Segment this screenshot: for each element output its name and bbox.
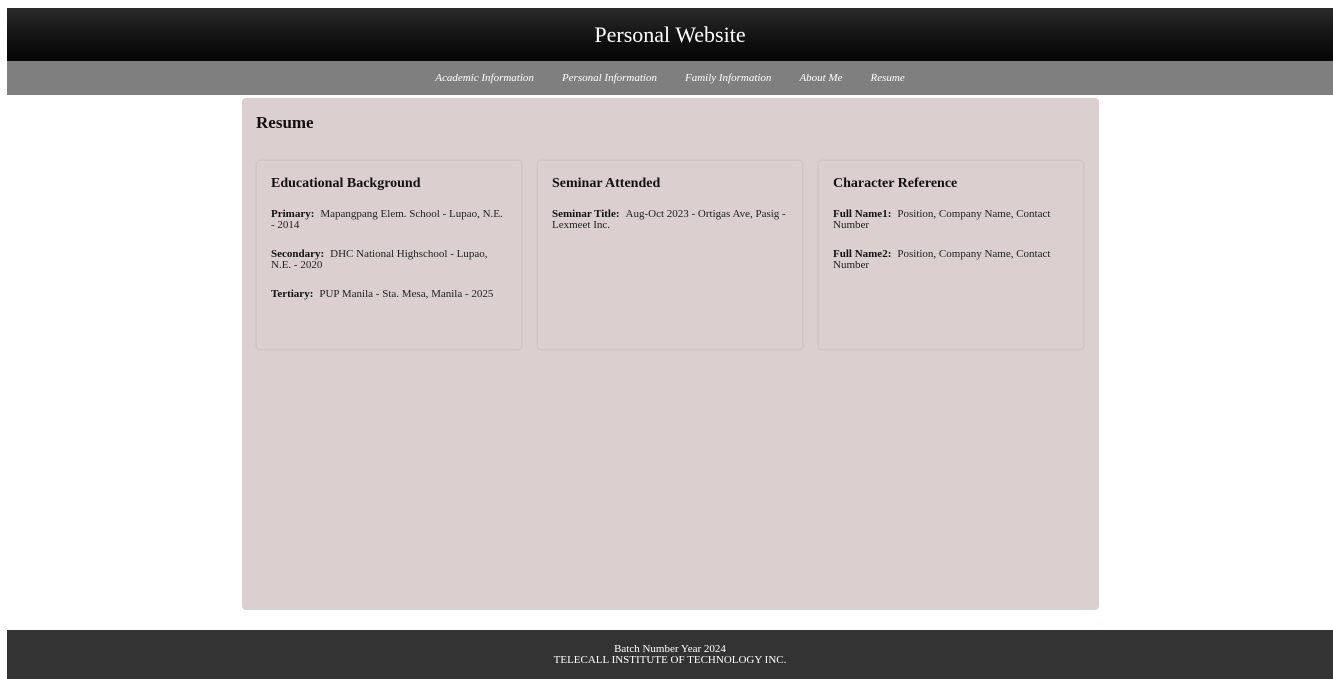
card-title: Seminar Attended	[552, 176, 661, 191]
education-primary: Primary: Mapangpang Elem. School - Lupao,…	[271, 209, 507, 231]
reference-entry: Full Name2: Position, Company Name, Conta…	[833, 249, 1069, 271]
nav-academic-information[interactable]: Academic Information	[421, 72, 548, 84]
site-footer: Batch Number Year 2024 TELECALL INSTITUT…	[7, 630, 1333, 679]
site-title: Personal Website	[594, 21, 746, 47]
footer-batch-text: Batch Number Year 2024	[614, 642, 726, 655]
nav-about-me[interactable]: About Me	[785, 72, 856, 84]
nav-personal-information[interactable]: Personal Information	[548, 72, 671, 84]
footer-institute-text: TELECALL INSTITUTE OF TECHNOLOGY INC.	[553, 653, 787, 666]
card-title: Educational Background	[271, 176, 421, 191]
resume-panel: Resume Educational Background Primary: Ma…	[242, 98, 1099, 610]
education-tertiary: Tertiary: PUP Manila - Sta. Mesa, Manila …	[271, 289, 507, 300]
reference-entry: Full Name1: Position, Company Name, Conta…	[833, 209, 1069, 231]
site-header: Personal Website	[7, 8, 1333, 61]
educational-background-card: Educational Background Primary: Mapangpan…	[256, 160, 522, 350]
seminar-entry: Seminar Title: Aug-Oct 2023 - Ortigas Ave…	[552, 209, 788, 231]
nav-family-information[interactable]: Family Information	[671, 72, 785, 84]
main-nav: Academic Information Personal Informatio…	[7, 61, 1333, 95]
entry-label: Tertiary:	[271, 288, 314, 300]
character-reference-card: Character Reference Full Name1: Position,…	[818, 160, 1084, 350]
entry-value: PUP Manila - Sta. Mesa, Manila - 2025	[319, 288, 494, 300]
education-secondary: Secondary: DHC National Highschool - Lupa…	[271, 249, 507, 271]
nav-resume[interactable]: Resume	[857, 72, 919, 84]
page-title: Resume	[256, 113, 314, 132]
seminar-attended-card: Seminar Attended Seminar Title: Aug-Oct 2…	[537, 160, 803, 350]
card-title: Character Reference	[833, 176, 958, 191]
